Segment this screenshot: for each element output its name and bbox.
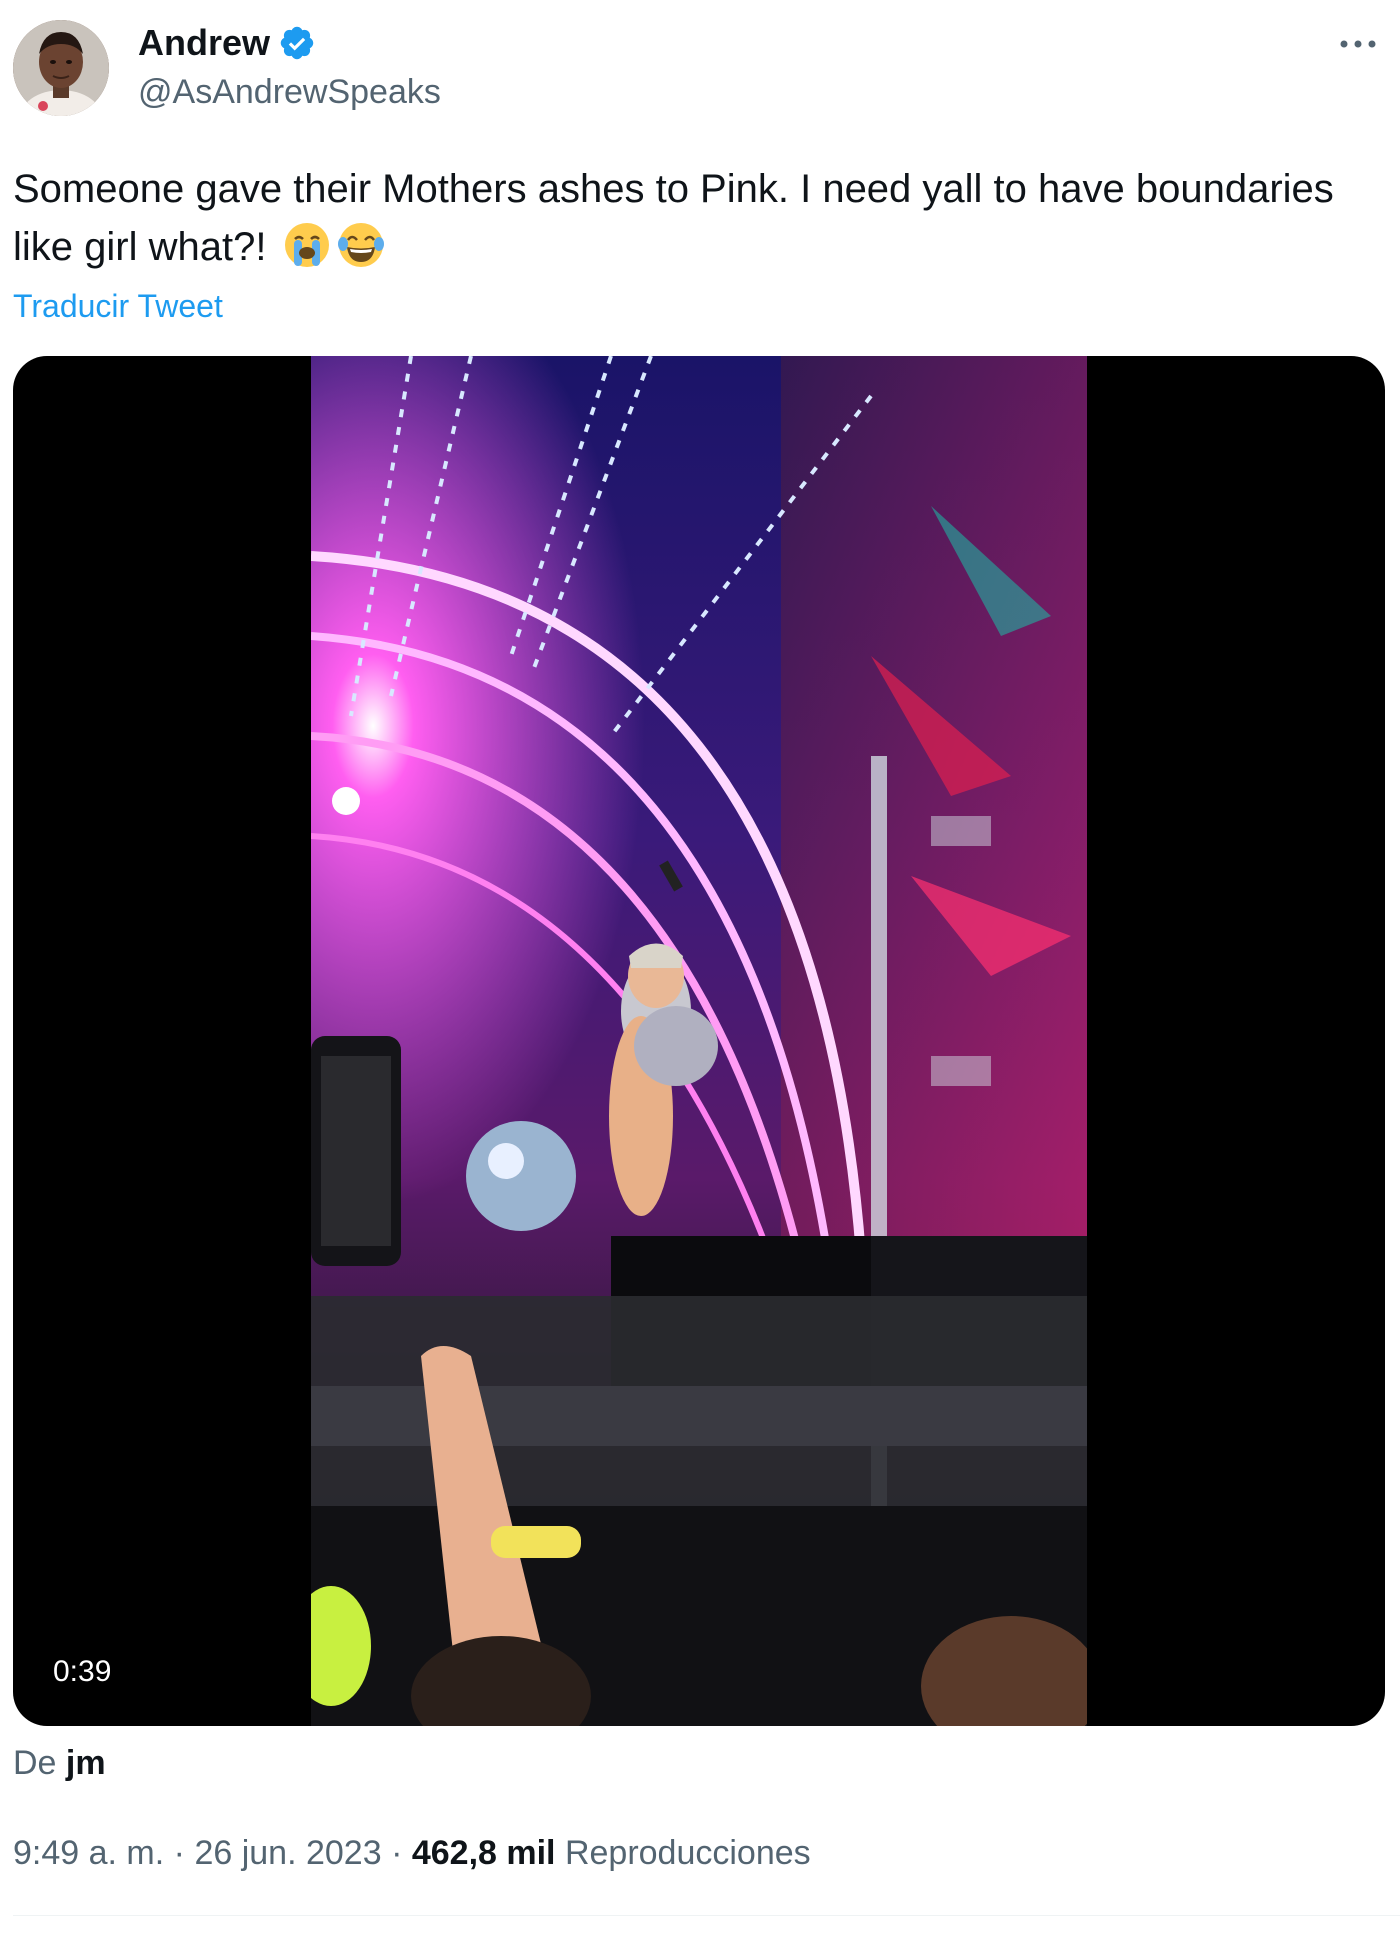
more-options-icon[interactable]	[1334, 24, 1382, 64]
tweet-metadata: 9:49 a. m. · 26 jun. 2023 · 462,8 mil Re…	[13, 1830, 811, 1876]
verified-badge-icon	[278, 24, 316, 62]
source-prefix: De	[13, 1744, 57, 1782]
views-count: 462,8 mil	[411, 1834, 556, 1872]
video-thumbnail[interactable]	[311, 356, 1087, 1726]
video-duration-badge: 0:39	[39, 1646, 126, 1698]
author-display-name[interactable]: Andrew	[138, 20, 270, 66]
loudly-crying-face-icon	[282, 220, 332, 270]
tweet-body: Someone gave their Mothers ashes to Pink…	[13, 167, 1334, 269]
video-player[interactable]: 0:39	[13, 356, 1385, 1726]
meta-separator-2: ·	[391, 1834, 403, 1872]
author-handle[interactable]: @AsAndrewSpeaks	[138, 70, 441, 114]
media-source: De jm	[13, 1740, 106, 1786]
views-label: Reproducciones	[564, 1834, 811, 1872]
tweet-time[interactable]: 9:49 a. m.	[13, 1834, 164, 1872]
author-name-row: Andrew	[138, 20, 316, 66]
meta-separator: ·	[173, 1834, 185, 1872]
tweet-text: Someone gave their Mothers ashes to Pink…	[13, 160, 1373, 276]
translate-tweet-link[interactable]: Traducir Tweet	[13, 284, 223, 328]
source-author-link[interactable]: jm	[66, 1744, 106, 1782]
divider	[13, 1915, 1400, 1916]
tweet-card: Andrew @AsAndrewSpeaks Someone gave thei…	[0, 0, 1400, 1936]
face-with-tears-of-joy-icon	[336, 220, 386, 270]
author-avatar[interactable]	[13, 20, 109, 116]
tweet-date[interactable]: 26 jun. 2023	[194, 1834, 381, 1872]
